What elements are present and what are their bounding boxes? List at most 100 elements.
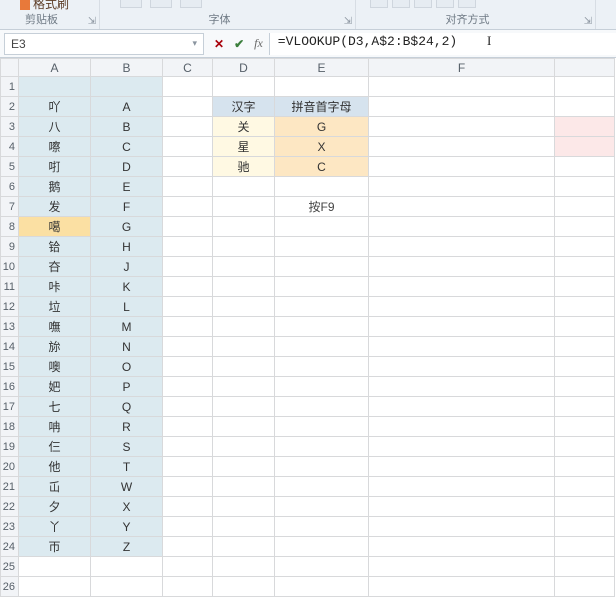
cell[interactable] bbox=[369, 77, 555, 97]
cell[interactable] bbox=[163, 277, 213, 297]
row-header[interactable]: 16 bbox=[1, 377, 19, 397]
cell[interactable]: 关 bbox=[213, 117, 275, 137]
accept-icon[interactable]: ✔ bbox=[234, 37, 244, 51]
cell[interactable]: S bbox=[91, 437, 163, 457]
cell[interactable] bbox=[163, 577, 213, 597]
cell[interactable] bbox=[369, 557, 555, 577]
row-header[interactable]: 22 bbox=[1, 497, 19, 517]
cell[interactable] bbox=[163, 377, 213, 397]
row-header[interactable]: 25 bbox=[1, 557, 19, 577]
cell[interactable] bbox=[275, 417, 369, 437]
row-header[interactable]: 11 bbox=[1, 277, 19, 297]
row-header[interactable]: 17 bbox=[1, 397, 19, 417]
cell[interactable] bbox=[275, 317, 369, 337]
cell[interactable] bbox=[275, 357, 369, 377]
spreadsheet-grid[interactable]: A B C D E F 1 2 吖 A 汉字 拼音首字母 bbox=[0, 58, 616, 613]
cell[interactable] bbox=[213, 397, 275, 417]
cell[interactable] bbox=[213, 77, 275, 97]
dialog-launcher-icon[interactable]: ⇲ bbox=[87, 17, 97, 27]
cell[interactable]: M bbox=[91, 317, 163, 337]
column-header[interactable]: E bbox=[275, 59, 369, 77]
cell[interactable] bbox=[275, 557, 369, 577]
cell[interactable]: G bbox=[91, 217, 163, 237]
cell[interactable] bbox=[213, 537, 275, 557]
chevron-down-icon[interactable]: ▾ bbox=[192, 38, 197, 49]
cell[interactable] bbox=[275, 177, 369, 197]
row-header[interactable]: 13 bbox=[1, 317, 19, 337]
cell[interactable] bbox=[213, 177, 275, 197]
cell[interactable] bbox=[369, 97, 555, 117]
cell[interactable] bbox=[275, 217, 369, 237]
cell[interactable]: 噶 bbox=[19, 217, 91, 237]
cell[interactable]: 汉字 bbox=[213, 97, 275, 117]
cell[interactable] bbox=[369, 417, 555, 437]
cell[interactable] bbox=[163, 537, 213, 557]
cell[interactable]: T bbox=[91, 457, 163, 477]
cell[interactable] bbox=[163, 177, 213, 197]
cell[interactable] bbox=[369, 177, 555, 197]
cell[interactable] bbox=[275, 577, 369, 597]
cell[interactable] bbox=[369, 477, 555, 497]
cell[interactable]: 嚓 bbox=[19, 137, 91, 157]
cell[interactable]: Y bbox=[91, 517, 163, 537]
cell[interactable] bbox=[91, 577, 163, 597]
cell[interactable] bbox=[369, 117, 555, 137]
cell[interactable] bbox=[213, 197, 275, 217]
cell[interactable] bbox=[163, 297, 213, 317]
cell[interactable]: 七 bbox=[19, 397, 91, 417]
cell[interactable]: P bbox=[91, 377, 163, 397]
cell[interactable] bbox=[163, 337, 213, 357]
cell[interactable] bbox=[91, 77, 163, 97]
cell[interactable]: X bbox=[275, 137, 369, 157]
cell[interactable]: K bbox=[91, 277, 163, 297]
cell[interactable] bbox=[555, 157, 615, 177]
cell[interactable]: 咑 bbox=[19, 157, 91, 177]
cell[interactable] bbox=[163, 237, 213, 257]
cancel-icon[interactable]: ✕ bbox=[214, 37, 224, 51]
cell[interactable] bbox=[163, 197, 213, 217]
cell[interactable]: H bbox=[91, 237, 163, 257]
row-header[interactable]: 24 bbox=[1, 537, 19, 557]
cell[interactable]: 咔 bbox=[19, 277, 91, 297]
cell[interactable] bbox=[555, 217, 615, 237]
cell[interactable]: 按F9 bbox=[275, 197, 369, 217]
cell[interactable] bbox=[369, 517, 555, 537]
fx-icon[interactable]: fx bbox=[254, 36, 263, 51]
cell[interactable]: C bbox=[275, 157, 369, 177]
cell[interactable] bbox=[19, 577, 91, 597]
cell[interactable] bbox=[555, 417, 615, 437]
cell[interactable] bbox=[19, 77, 91, 97]
cell[interactable]: 驰 bbox=[213, 157, 275, 177]
cell[interactable] bbox=[555, 437, 615, 457]
cell[interactable] bbox=[163, 437, 213, 457]
cell[interactable]: F bbox=[91, 197, 163, 217]
cell[interactable] bbox=[555, 77, 615, 97]
cell[interactable] bbox=[275, 257, 369, 277]
cell[interactable]: 夻 bbox=[19, 257, 91, 277]
cell[interactable] bbox=[555, 337, 615, 357]
cell[interactable] bbox=[369, 137, 555, 157]
cell[interactable] bbox=[555, 117, 615, 137]
cell[interactable]: R bbox=[91, 417, 163, 437]
cell[interactable] bbox=[555, 197, 615, 217]
cell[interactable] bbox=[369, 397, 555, 417]
cell[interactable] bbox=[213, 557, 275, 577]
cell[interactable] bbox=[163, 457, 213, 477]
column-header[interactable]: F bbox=[369, 59, 555, 77]
cell[interactable]: 夕 bbox=[19, 497, 91, 517]
cell[interactable]: O bbox=[91, 357, 163, 377]
column-header[interactable]: D bbox=[213, 59, 275, 77]
cell[interactable]: D bbox=[91, 157, 163, 177]
cell[interactable]: 仨 bbox=[19, 437, 91, 457]
dialog-launcher-icon[interactable]: ⇲ bbox=[583, 17, 593, 27]
cell[interactable] bbox=[555, 237, 615, 257]
cell[interactable]: 噢 bbox=[19, 357, 91, 377]
cell[interactable] bbox=[555, 577, 615, 597]
cell[interactable] bbox=[213, 237, 275, 257]
cell[interactable] bbox=[275, 297, 369, 317]
cell[interactable] bbox=[163, 497, 213, 517]
cell[interactable] bbox=[275, 377, 369, 397]
cell[interactable] bbox=[163, 517, 213, 537]
cell[interactable] bbox=[91, 557, 163, 577]
cell[interactable]: 拼音首字母 bbox=[275, 97, 369, 117]
